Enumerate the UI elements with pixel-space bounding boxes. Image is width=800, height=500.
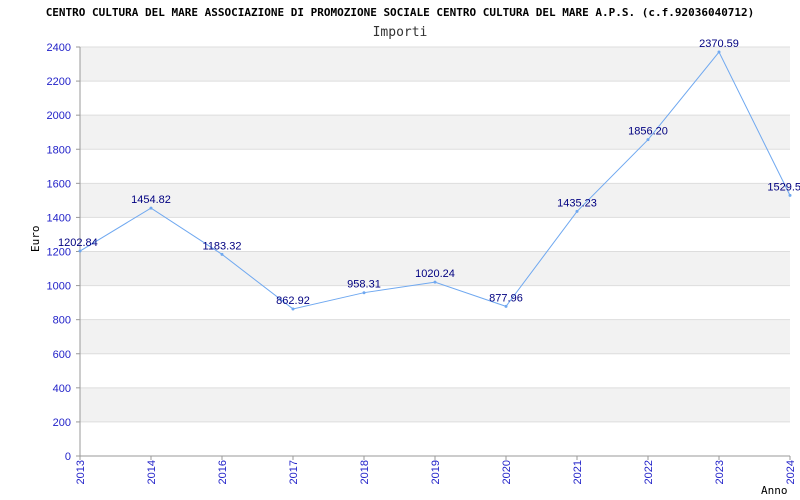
data-point	[575, 209, 579, 213]
x-tick-label: 2020	[501, 460, 513, 484]
y-tick-label: 0	[65, 451, 71, 463]
x-tick-label: 2019	[430, 460, 442, 484]
y-tick-label: 2400	[47, 42, 71, 54]
data-label: 1454.82	[131, 194, 171, 206]
y-tick-label: 400	[53, 383, 71, 395]
y-tick-label: 1400	[47, 212, 71, 224]
data-label: 1183.32	[203, 240, 242, 252]
grid-band	[80, 183, 790, 218]
x-axis-label: Anno	[761, 484, 788, 497]
y-tick-label: 800	[53, 315, 71, 327]
x-tick-label: 2013	[75, 460, 87, 484]
y-tick-label: 1600	[47, 178, 71, 190]
data-label: 1529.5	[767, 181, 800, 193]
data-label: 1202.84	[58, 237, 98, 249]
data-point	[220, 252, 224, 256]
x-tick-label: 2021	[572, 460, 584, 484]
x-tick-label: 2024	[785, 460, 797, 484]
grid-band	[80, 115, 790, 150]
data-point	[78, 249, 82, 253]
grid-band	[80, 47, 790, 82]
data-label: 862.92	[276, 295, 310, 307]
y-tick-label: 1800	[47, 144, 71, 156]
data-point	[149, 206, 153, 210]
grid-band	[80, 387, 790, 422]
data-point	[717, 50, 721, 54]
plot-area: 0200400600800100012001400160018002000220…	[47, 38, 800, 484]
data-point	[433, 280, 437, 284]
data-label: 2370.59	[699, 38, 739, 50]
x-tick-label: 2018	[359, 460, 371, 484]
data-point	[788, 193, 792, 197]
x-tick-label: 2014	[146, 460, 158, 484]
x-tick-label: 2016	[217, 460, 229, 484]
x-tick-label: 2017	[288, 460, 300, 484]
data-point	[504, 304, 508, 308]
y-axis-label: Euro	[29, 225, 42, 253]
y-tick-label: 1000	[47, 281, 71, 293]
data-point	[291, 307, 295, 311]
y-tick-label: 2200	[47, 76, 71, 88]
grid-band	[80, 319, 790, 354]
x-tick-label: 2023	[714, 460, 726, 484]
data-label: 877.96	[489, 292, 523, 304]
data-label: 1020.24	[415, 268, 455, 280]
data-label: 958.31	[347, 279, 381, 291]
y-tick-label: 200	[53, 417, 71, 429]
data-point	[362, 291, 366, 295]
data-label: 1435.23	[557, 197, 597, 209]
y-tick-label: 600	[53, 349, 71, 361]
data-point	[646, 138, 650, 142]
chart: CENTRO CULTURA DEL MARE ASSOCIAZIONE DI …	[0, 0, 800, 500]
data-label: 1856.20	[628, 126, 668, 138]
x-tick-label: 2022	[643, 460, 655, 484]
y-tick-label: 2000	[47, 110, 71, 122]
